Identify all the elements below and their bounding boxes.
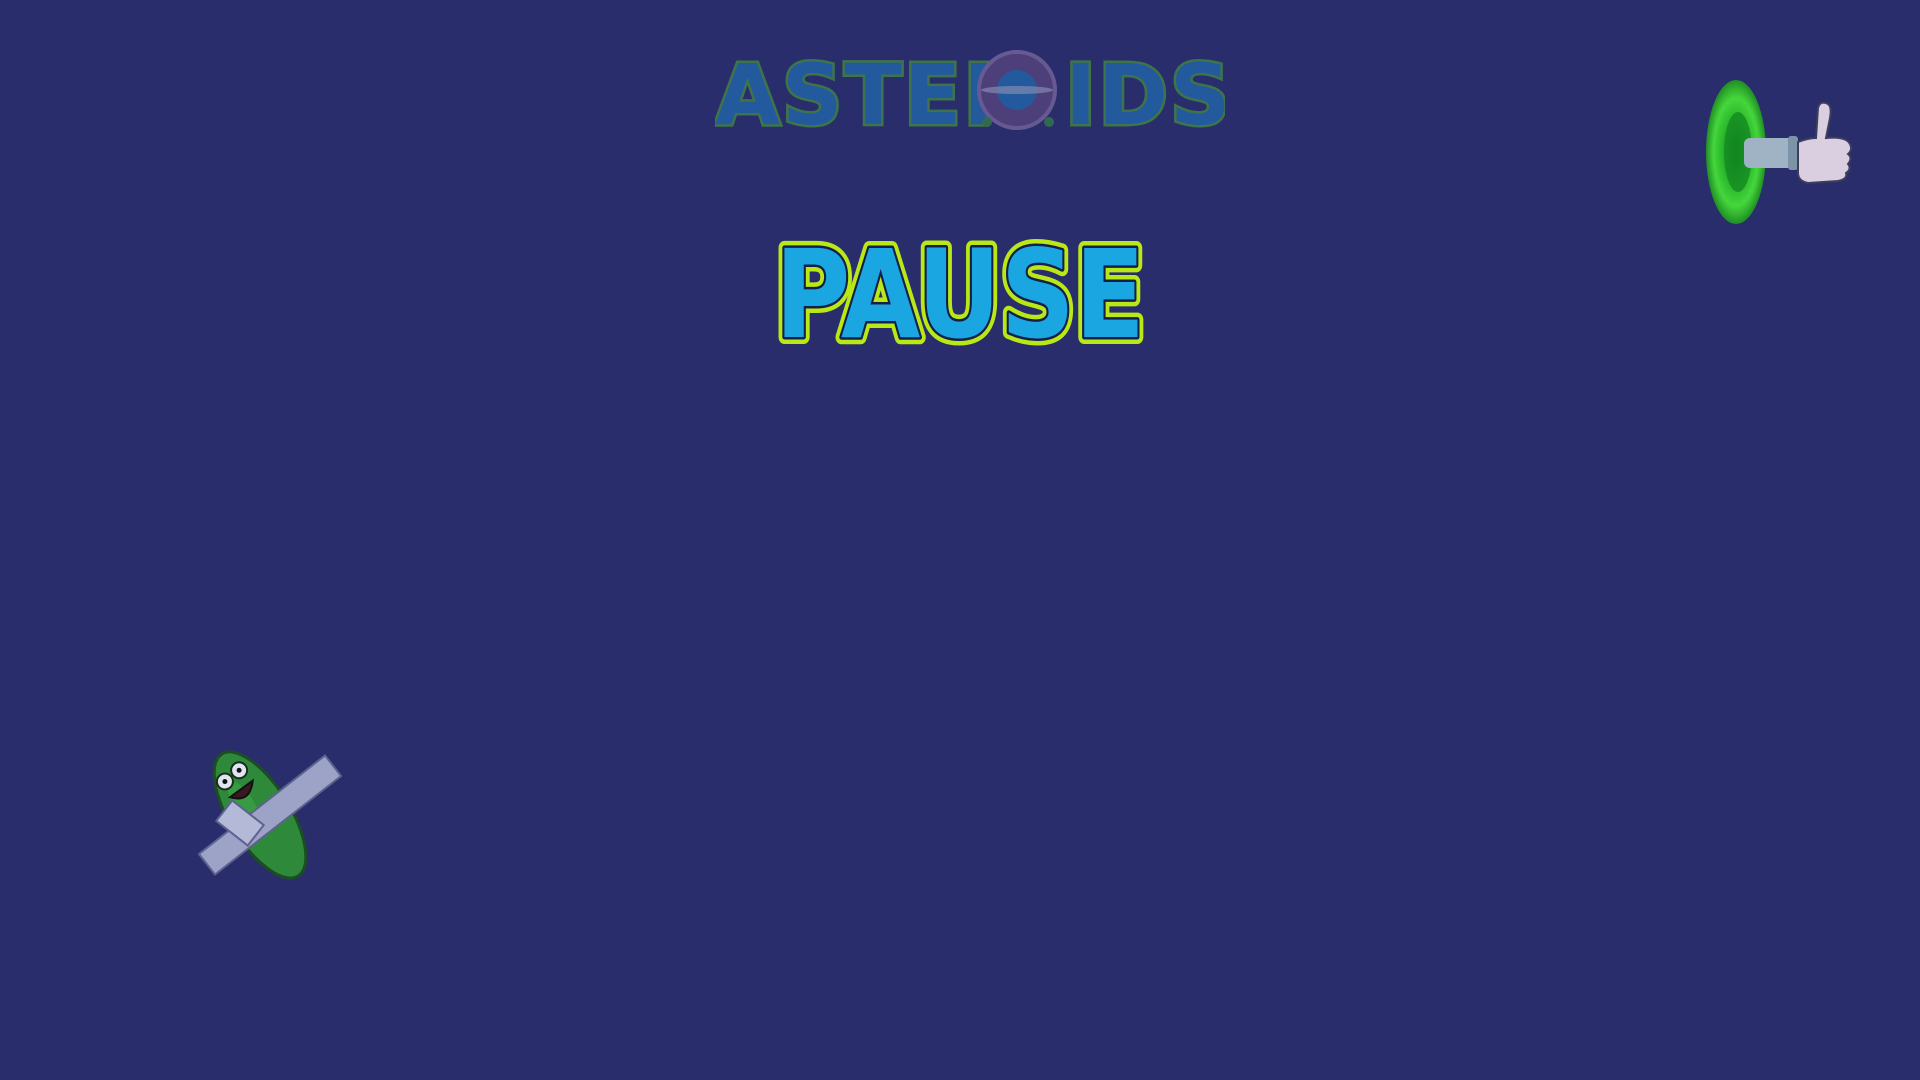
pause-graphic: PAUSE PAUSE <box>768 222 1152 362</box>
logo-graphic: ASTER IDS <box>715 44 1225 141</box>
pause-title: PAUSE PAUSE <box>760 222 1160 362</box>
taped-pickle-icon <box>180 740 350 890</box>
logo-text-tail: IDS <box>1065 46 1225 140</box>
planet-ring-icon <box>977 50 1057 130</box>
game-logo: ASTER IDS <box>715 40 1225 141</box>
pause-title-text: PAUSE <box>775 224 1145 362</box>
game-pause-screen: ASTER IDS PAUSE PAUSE <box>0 0 1920 1080</box>
portal-thumbs-up-icon <box>1700 72 1860 232</box>
